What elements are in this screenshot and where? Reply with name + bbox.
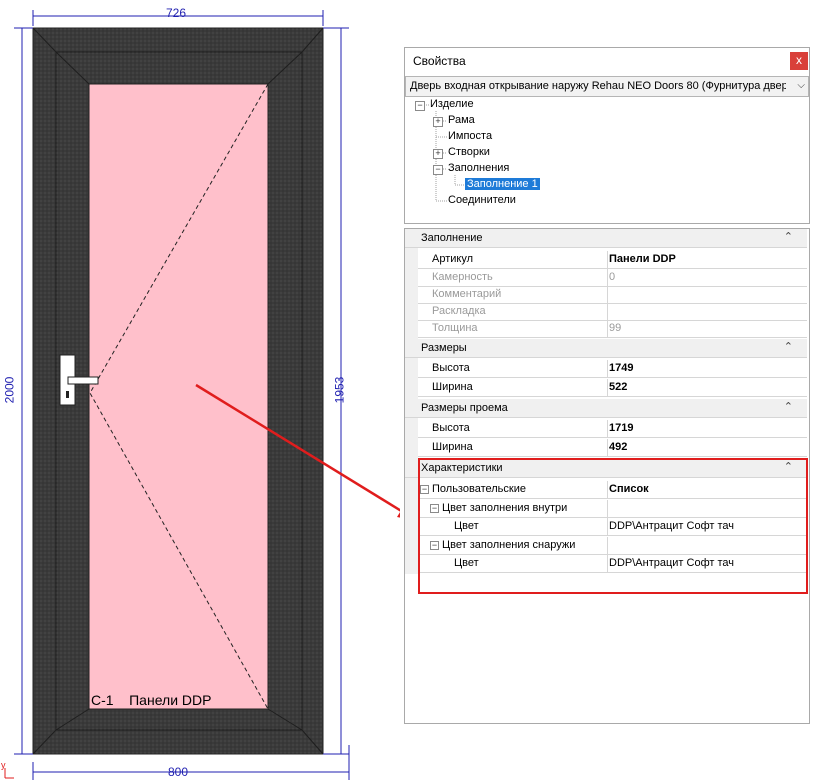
prop-value[interactable]: 1719 [609,422,633,434]
collapse-section-icon[interactable]: ⌃ [784,339,793,355]
dim-bottom-label: 800 [168,765,189,779]
section-label: Заполнение [421,232,483,244]
prop-row-article[interactable]: Артикул Панели DDP [418,251,807,269]
close-button[interactable]: x [790,52,808,70]
tree-item-connectors[interactable]: Соединители [448,194,516,206]
tree-item-filling-1[interactable]: Заполнение 1 [465,178,540,190]
prop-key: Комментарий [432,288,502,300]
collapse-icon[interactable]: − [415,101,425,111]
panel-header: Свойства x [405,48,809,74]
prop-key: Высота [432,362,470,374]
prop-key: Толщина [432,322,478,334]
prop-row-height[interactable]: Высота 1749 [418,360,807,378]
section-opening-sizes[interactable]: Размеры проема ⌃ [405,399,807,418]
collapse-section-icon[interactable]: ⌃ [784,229,793,245]
prop-value[interactable]: Панели DDP [609,253,676,265]
origin-axes [4,768,14,779]
prop-row-layout[interactable]: Раскладка [418,303,807,321]
collapse-icon[interactable]: − [433,165,443,175]
prop-value[interactable]: 492 [609,441,627,453]
prop-key: Камерность [432,271,493,283]
tree-item-product[interactable]: Изделие [430,98,474,110]
axis-y-label: y [1,760,6,770]
expand-icon[interactable]: + [433,149,443,159]
prop-row-width[interactable]: Ширина 522 [418,379,807,397]
section-label: Размеры проема [421,402,508,414]
panel-fill[interactable] [88,83,269,710]
prop-row-opening-width[interactable]: Ширина 492 [418,439,807,457]
collapse-section-icon[interactable]: ⌃ [784,399,793,415]
product-tree: − Изделие + Рама Импоста + Створки − Зап… [405,97,807,221]
fill-label: С-1 Панели DDP [91,692,212,708]
tree-item-sashes[interactable]: Створки [448,146,490,158]
prop-value[interactable]: 522 [609,381,627,393]
prop-key: Высота [432,422,470,434]
tree-item-fillings[interactable]: Заполнения [448,162,509,174]
prop-value[interactable]: 1749 [609,362,633,374]
expand-icon[interactable]: + [433,117,443,127]
prop-row-comment[interactable]: Комментарий [418,286,807,304]
prop-key: Артикул [432,253,474,265]
section-filling[interactable]: Заполнение ⌃ [405,229,807,248]
dim-top-label: 726 [166,6,187,20]
dim-right-label: 1953 [332,376,347,404]
prop-row-thickness[interactable]: Толщина 99 [418,320,807,338]
prop-row-chamber[interactable]: Камерность 0 [418,269,807,287]
panel-title: Свойства [413,54,466,68]
dim-left-label: 2000 [2,376,17,404]
product-select[interactable]: Дверь входная открывание наружу Rehau NE… [405,76,809,97]
prop-value[interactable]: 0 [609,271,615,283]
prop-row-opening-height[interactable]: Высота 1719 [418,420,807,438]
properties-panel: Свойства x Дверь входная открывание нару… [404,47,810,224]
prop-value[interactable]: 99 [609,322,621,334]
highlight-box [418,458,808,594]
prop-key: Раскладка [432,305,486,317]
chevron-down-icon[interactable]: ⌵ [797,80,805,91]
section-label: Размеры [421,342,467,354]
product-select-value: Дверь входная открывание наружу Rehau NE… [410,80,786,92]
prop-key: Ширина [432,381,473,393]
section-sizes[interactable]: Размеры ⌃ [405,339,807,358]
tree-item-imposts[interactable]: Импоста [448,130,492,142]
tree-item-frame[interactable]: Рама [448,114,475,126]
prop-key: Ширина [432,441,473,453]
